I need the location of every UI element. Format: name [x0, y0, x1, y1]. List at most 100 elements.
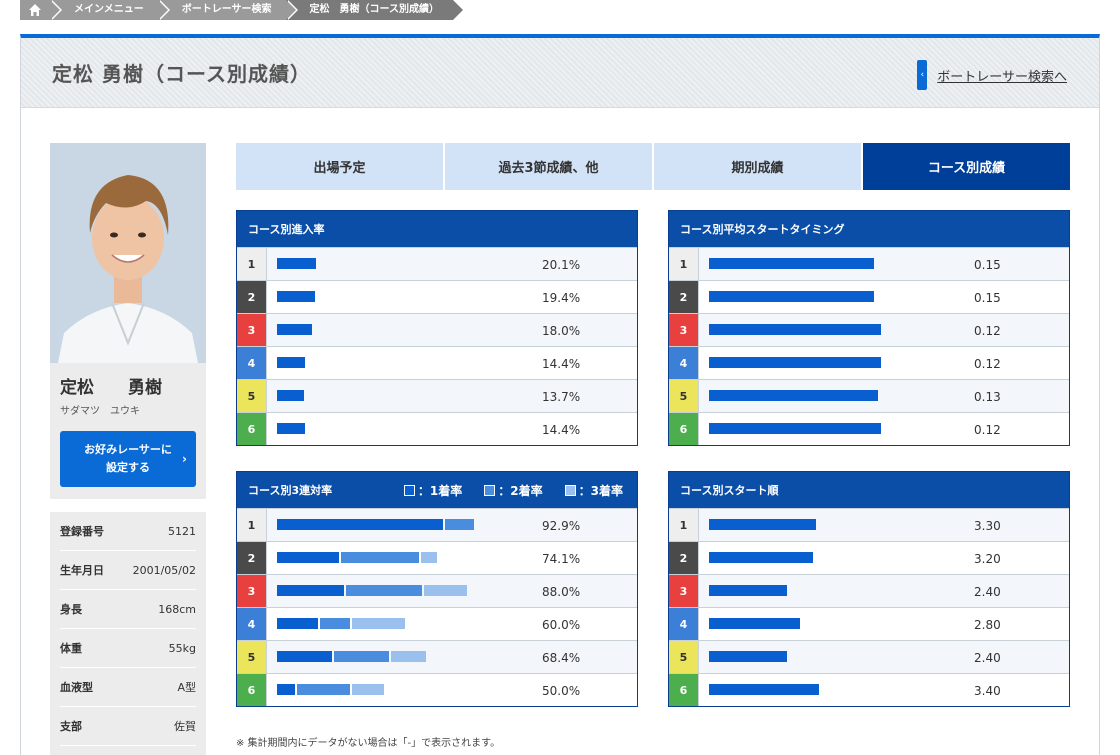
tab-2[interactable]: 期別成績 — [654, 143, 861, 190]
bar-group — [277, 324, 314, 335]
info-row: 支部 佐賀 — [60, 707, 196, 746]
panel-entry-rate: コース別進入率 1 20.1% 2 19.4% 3 18.0% 4 14.4% 5 13.7% 6 1… — [236, 210, 638, 446]
tab-0[interactable]: 出場予定 — [236, 143, 443, 190]
info-row: 血液型 A型 — [60, 668, 196, 707]
table-row: 2 19.4% — [237, 280, 637, 313]
back-to-search-link[interactable]: ‹ ボートレーサー検索へ — [917, 60, 1067, 90]
row-value: 88.0% — [542, 584, 581, 599]
bar-segment-1 — [277, 519, 443, 530]
set-favorite-button[interactable]: お好みレーサーに 設定する › — [60, 431, 196, 487]
table-row: 3 2.40 — [669, 574, 1069, 607]
back-link-label[interactable]: ボートレーサー検索へ — [937, 66, 1067, 85]
course-number: 1 — [237, 509, 267, 541]
bar — [277, 357, 306, 368]
info-value: 55kg — [168, 641, 196, 655]
table-row: 1 92.9% — [237, 508, 637, 541]
bar — [709, 324, 881, 335]
bar-segment-3 — [352, 684, 385, 695]
tab-3[interactable]: コース別成績 — [863, 143, 1070, 190]
bar — [709, 258, 874, 269]
row-value: 14.4% — [542, 356, 581, 371]
course-number: 5 — [669, 380, 699, 412]
bar-group — [277, 552, 439, 563]
bar — [709, 585, 787, 596]
bar-group — [709, 258, 876, 269]
legend-second: ：2着率 — [484, 482, 543, 499]
row-value: 0.12 — [974, 356, 1001, 371]
breadcrumb-current: 定松 勇樹（コース別成績） — [285, 0, 466, 20]
bar-segment-1 — [277, 684, 296, 695]
bar-group — [709, 585, 789, 596]
course-number: 5 — [669, 641, 699, 673]
bar — [709, 357, 881, 368]
table-row: 1 20.1% — [237, 247, 637, 280]
table-row: 3 88.0% — [237, 574, 637, 607]
info-value: A型 — [177, 681, 196, 694]
course-number: 4 — [669, 347, 699, 379]
course-number: 6 — [237, 413, 267, 445]
panel-header: コース別3連対率 ：1着率 ：2着率 ：3着率 — [237, 472, 637, 508]
panel-title: コース別平均スタートタイミング — [669, 211, 1069, 247]
table-row: 3 18.0% — [237, 313, 637, 346]
row-value: 2.40 — [974, 584, 1001, 599]
bar — [277, 258, 317, 269]
row-value: 60.0% — [542, 617, 581, 632]
row-value: 50.0% — [542, 683, 581, 698]
row-value: 0.15 — [974, 290, 1001, 305]
tab-bar: 出場予定 過去3節成績、他 期別成績 コース別成績 — [236, 143, 1070, 190]
chevron-right-icon: › — [182, 452, 187, 466]
bar — [709, 423, 881, 434]
fav-button-line2: 設定する — [106, 461, 150, 474]
breadcrumb-racer-search[interactable]: ボートレーサー検索 — [157, 0, 298, 20]
bar-segment-2 — [297, 684, 351, 695]
table-row: 6 50.0% — [237, 673, 637, 706]
row-value: 0.12 — [974, 323, 1001, 338]
bar-group — [277, 357, 307, 368]
table-row: 4 14.4% — [237, 346, 637, 379]
bar-group — [277, 390, 306, 401]
bar — [709, 519, 816, 530]
table-row: 3 0.12 — [669, 313, 1069, 346]
info-row: 生年月日 2001/05/02 — [60, 551, 196, 590]
breadcrumb-home[interactable] — [20, 0, 62, 20]
bar — [709, 552, 813, 563]
bar-group — [277, 651, 428, 662]
course-number: 3 — [669, 575, 699, 607]
course-number: 1 — [669, 248, 699, 280]
table-row: 5 2.40 — [669, 640, 1069, 673]
course-number: 4 — [237, 608, 267, 640]
bar — [277, 390, 304, 401]
table-row: 2 0.15 — [669, 280, 1069, 313]
bar-group — [277, 423, 307, 434]
racer-photo — [50, 143, 206, 363]
bar — [709, 291, 874, 302]
info-row: 身長 168cm — [60, 590, 196, 629]
panel-rows: 1 0.15 2 0.15 3 0.12 4 0.12 5 0.13 6 0.12 — [669, 247, 1069, 445]
bar-group — [709, 291, 876, 302]
table-row: 6 14.4% — [237, 412, 637, 445]
row-value: 13.7% — [542, 389, 581, 404]
row-value: 19.4% — [542, 290, 581, 305]
course-number: 5 — [237, 380, 267, 412]
course-number: 6 — [237, 674, 267, 706]
tab-1[interactable]: 過去3節成績、他 — [445, 143, 652, 190]
panel-rows: 1 20.1% 2 19.4% 3 18.0% 4 14.4% 5 13.7% 6 14.4% — [237, 247, 637, 445]
table-row: 4 2.80 — [669, 607, 1069, 640]
course-number: 3 — [237, 314, 267, 346]
bar-group — [277, 291, 317, 302]
legend-third: ：3着率 — [564, 482, 623, 499]
bar-segment-1 — [277, 651, 333, 662]
row-value: 18.0% — [542, 323, 581, 338]
panel-title: コース別3連対率 — [248, 484, 333, 497]
table-row: 1 3.30 — [669, 508, 1069, 541]
course-number: 1 — [669, 509, 699, 541]
table-row: 5 13.7% — [237, 379, 637, 412]
info-label: 登録番号 — [60, 525, 104, 538]
course-number: 3 — [237, 575, 267, 607]
bar-group — [709, 324, 883, 335]
bar-group — [277, 258, 318, 269]
breadcrumb-main-menu[interactable]: メインメニュー — [50, 0, 170, 20]
info-row: 登録番号 5121 — [60, 512, 196, 551]
racer-portrait-icon — [50, 143, 206, 363]
course-number: 3 — [669, 314, 699, 346]
